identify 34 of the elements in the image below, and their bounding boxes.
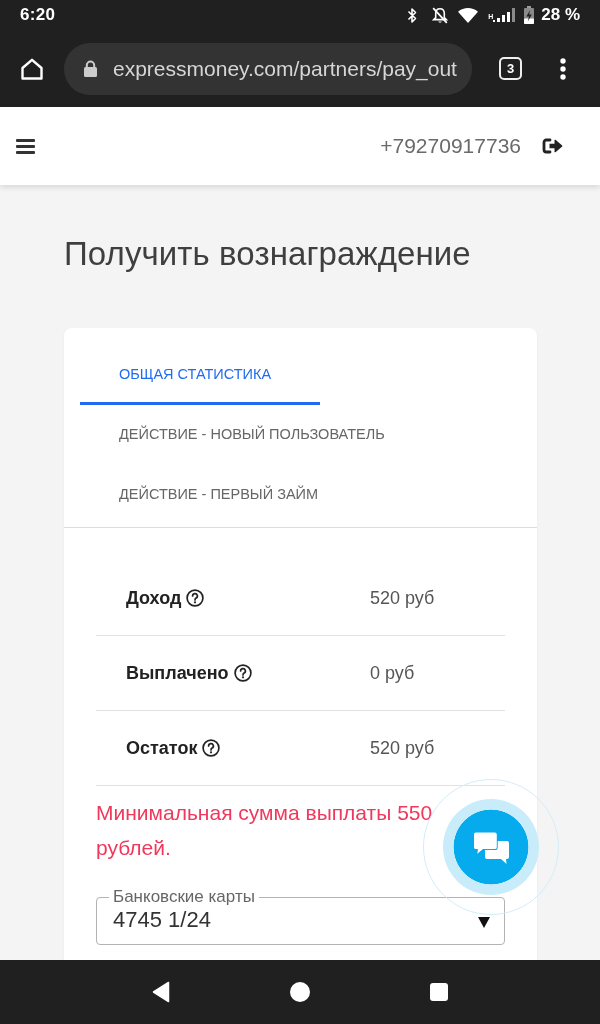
error-message: Минимальная сумма выплаты 550 рублей.: [96, 800, 434, 861]
tab[interactable]: ДЕЙСТВИЕ - ПЕРВЫЙ ЗАЙМ: [80, 465, 343, 525]
battery-charging-icon: [524, 6, 535, 24]
stat-label: Остаток: [126, 737, 198, 759]
stat-value: 520 руб: [370, 587, 435, 609]
menu-icon[interactable]: [16, 138, 35, 154]
battery-percent: 28 %: [541, 5, 580, 25]
bell-off-icon: [432, 6, 449, 24]
clock-time: 6:20: [20, 5, 56, 25]
caret-icon: [478, 916, 490, 928]
tab[interactable]: ОБЩАЯ СТАТИСТИКА: [80, 345, 320, 405]
home-button-icon[interactable]: [290, 982, 310, 1002]
page-title: Получить вознаграждение: [64, 234, 472, 274]
tab-switcher-button[interactable]: 3: [499, 57, 522, 80]
field-label: Банковские карты: [112, 887, 256, 907]
more-menu-icon[interactable]: [560, 57, 566, 80]
lock-icon: [83, 60, 98, 77]
help-icon[interactable]: [202, 739, 221, 757]
help-icon[interactable]: [233, 664, 252, 682]
stat-value: 0 руб: [370, 662, 415, 684]
phone-number: +79270917736: [380, 134, 521, 158]
stat-label: Выплачено: [126, 662, 229, 684]
address-bar[interactable]: expressmoney.com/partners/pay_out: [64, 42, 472, 95]
stat-label: Доход: [126, 587, 182, 609]
bluetooth-icon: [407, 6, 418, 24]
home-icon[interactable]: [20, 56, 44, 81]
chat-icon: [473, 830, 509, 864]
stat-value: 520 руб: [370, 737, 435, 759]
logout-icon[interactable]: [542, 138, 563, 154]
signal-icon: [493, 8, 516, 22]
help-icon[interactable]: [186, 589, 205, 607]
back-icon[interactable]: [152, 981, 170, 1003]
wifi-icon: [458, 7, 479, 23]
tab[interactable]: ДЕЙСТВИЕ - НОВЫЙ ПОЛЬЗОВАТЕЛЬ: [80, 405, 409, 465]
